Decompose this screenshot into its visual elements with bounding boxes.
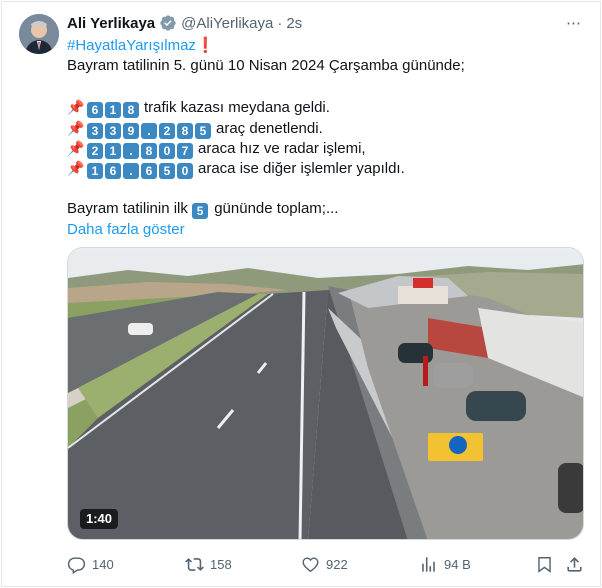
show-more-link[interactable]: Daha fazla göster <box>67 220 582 240</box>
pushpin-icon: 📌 <box>67 99 85 116</box>
keycap-digit: 5 <box>159 163 175 180</box>
reply-icon <box>67 556 86 574</box>
keycap-digit: 3 <box>87 122 103 139</box>
reply-count: 140 <box>92 556 114 572</box>
summary-after: gününde toplam;... <box>214 200 339 218</box>
share-button[interactable] <box>565 553 590 575</box>
more-options-icon[interactable]: ⋯ <box>563 13 585 33</box>
stat-text: trafik kazası meydana geldi. <box>144 99 330 117</box>
keycap-digit: 7 <box>177 142 193 159</box>
views-button[interactable]: 94 B <box>419 553 471 575</box>
keycap-digit: 1 <box>105 142 121 159</box>
keycap-digit: . <box>141 122 157 139</box>
keycap-digit: 5 <box>192 203 209 220</box>
keycap-digit: 9 <box>123 122 139 139</box>
keycap-digit: 6 <box>87 102 103 119</box>
stat-line: 📌 6 1 8 trafik kazası meydana geldi. <box>67 97 582 119</box>
keycap-digit: 8 <box>177 122 193 139</box>
repost-button[interactable]: 158 <box>185 553 232 575</box>
author-avatar[interactable] <box>19 14 59 54</box>
summary-before: Bayram tatilinin ilk <box>67 200 188 218</box>
post-time[interactable]: 2s <box>286 15 302 32</box>
tweet-header: Ali Yerlikaya @AliYerlikaya · 2s <box>67 13 302 33</box>
keycap-digit: 3 <box>105 122 121 139</box>
stat-line: 📌 3 3 9. 2 8 5 araç denetlendi. <box>67 118 582 139</box>
keycap-digit: 0 <box>159 142 175 159</box>
bookmark-button[interactable] <box>535 553 560 575</box>
stats-list: 📌 6 1 8 trafik kazası meydana geldi. 📌 3 3 9. 2 8 5… <box>67 97 582 180</box>
keycap-digit: 8 <box>141 142 157 159</box>
bookmark-icon <box>538 556 551 573</box>
repost-count: 158 <box>210 556 232 572</box>
stat-line: 📌 1 6. 6 5 0 araca ise diğer işlemler yapıldı. <box>67 158 582 180</box>
video-player[interactable] <box>67 247 584 540</box>
keycap-digit: 6 <box>141 163 157 180</box>
author-handle[interactable]: @AliYerlikaya <box>181 15 273 32</box>
exclamation-icon: ❗ <box>195 37 215 54</box>
keycap-digit: 5 <box>195 122 211 139</box>
tweet-text: #HayatlaYarışılmaz❗ Bayram tatilinin 5. … <box>67 36 582 240</box>
pushpin-icon: 📌 <box>67 119 85 136</box>
keycap-digit: . <box>123 163 139 180</box>
author-name[interactable]: Ali Yerlikaya <box>67 15 155 32</box>
stat-line: 📌 2 1. 8 0 7 araca hız ve radar işlemi, <box>67 138 582 159</box>
keycap-digit: 8 <box>123 102 139 119</box>
reply-button[interactable]: 140 <box>67 553 114 575</box>
intro-line: Bayram tatilinin 5. günü 10 Nisan 2024 Ç… <box>67 57 465 75</box>
pushpin-icon: 📌 <box>67 160 85 177</box>
share-icon <box>567 556 582 572</box>
verified-badge-icon <box>160 15 176 31</box>
heart-icon <box>302 556 319 572</box>
keycap-digit: 1 <box>87 163 103 180</box>
video-duration: 1:40 <box>80 509 119 529</box>
stat-text: araca ise diğer işlemler yapıldı. <box>198 160 405 178</box>
like-button[interactable]: 922 <box>301 553 348 575</box>
stat-text: araca hız ve radar işlemi, <box>198 139 366 157</box>
keycap-digit: 2 <box>159 122 175 139</box>
tweet-actions: 140 158 922 94 B <box>67 553 586 575</box>
keycap-digit: 6 <box>105 163 121 180</box>
keycap-digit: 0 <box>177 163 193 180</box>
pushpin-icon: 📌 <box>67 139 85 156</box>
hashtag-link[interactable]: #HayatlaYarışılmaz <box>67 37 196 54</box>
repost-icon <box>185 557 204 571</box>
stat-text: araç denetlendi. <box>216 119 323 137</box>
views-count: 94 B <box>444 556 471 572</box>
like-count: 922 <box>326 556 348 572</box>
keycap-digit: . <box>123 142 139 159</box>
video-thumbnail <box>68 248 583 539</box>
keycap-digit: 1 <box>105 102 121 119</box>
keycap-digit: 2 <box>87 142 103 159</box>
summary-line: Bayram tatilinin ilk 5 gününde toplam;..… <box>67 199 582 220</box>
separator-dot: · <box>277 14 283 32</box>
views-chart-icon <box>422 556 435 572</box>
